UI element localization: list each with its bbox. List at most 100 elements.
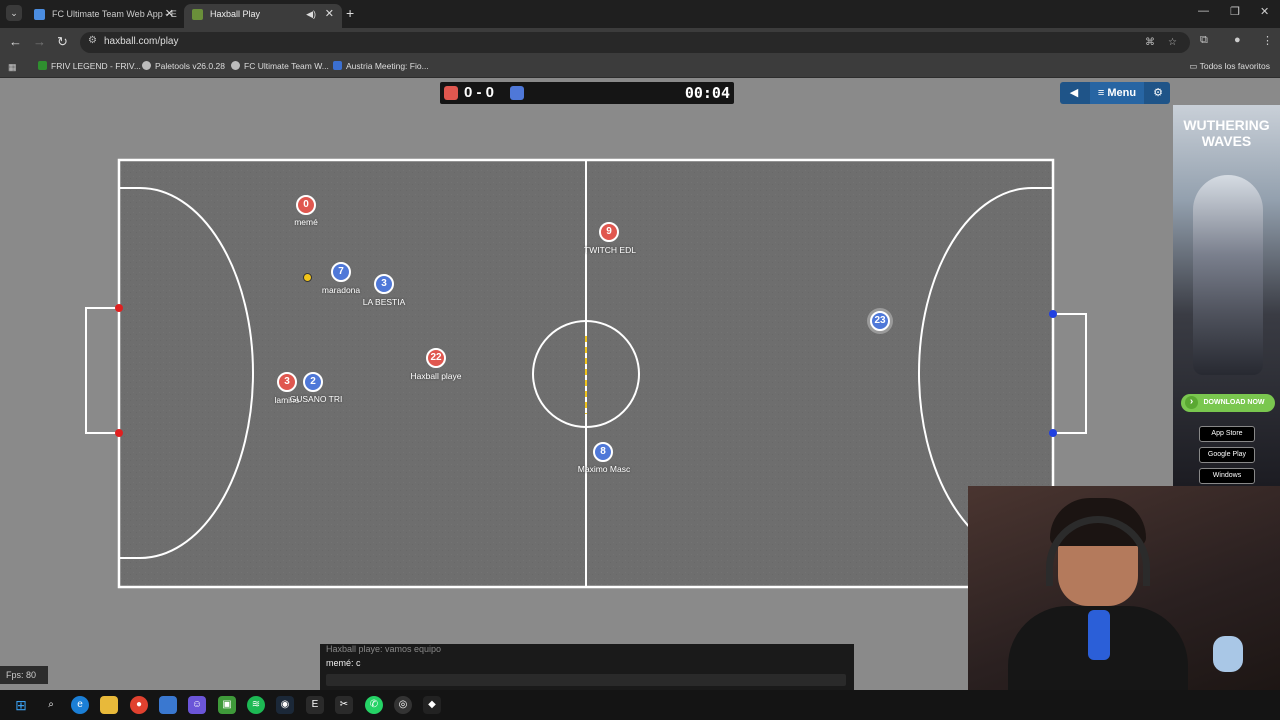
profile-icon[interactable]: ●	[1234, 34, 1241, 46]
bookmark-icon	[38, 61, 47, 70]
browser-tab-bar: ⌄ FC Ultimate Team Web App - E ✕ Haxball…	[0, 0, 1280, 28]
right-goal-post	[1049, 429, 1057, 437]
bookmark-icon	[142, 61, 151, 70]
minecraft-icon[interactable]: ▣	[218, 696, 236, 714]
ad-download-button[interactable]: DOWNLOAD NOW	[1181, 394, 1275, 412]
more-menu-icon[interactable]: ⋮	[1262, 34, 1273, 47]
reload-icon[interactable]: ↻	[57, 34, 68, 50]
folder-icon: ▭	[1189, 61, 1200, 71]
bookmark-paletools[interactable]: Paletools v26.0.28	[142, 61, 225, 71]
search-icon[interactable]: ⌕	[42, 696, 60, 714]
close-icon[interactable]: ✕	[165, 4, 174, 24]
ad-character-image	[1193, 175, 1263, 375]
chat-input[interactable]	[326, 674, 846, 686]
forward-icon[interactable]: →	[33, 34, 46, 49]
left-goal-post	[115, 429, 123, 437]
window-close-icon[interactable]: ✕	[1260, 5, 1269, 18]
address-bar[interactable]: ⚙ haxball.com/play ⌘ ☆	[80, 32, 1190, 53]
fps-counter: Fps: 80	[0, 666, 48, 684]
menu-button[interactable]: ≡ Menu	[1090, 82, 1144, 104]
store-icon[interactable]	[159, 696, 177, 714]
blue-cup	[1088, 610, 1110, 660]
ad-title: WUTHERING WAVES	[1183, 117, 1270, 149]
edge-icon[interactable]: e	[71, 696, 89, 714]
player-name: LA BESTIA	[362, 297, 406, 307]
bookmark-austria[interactable]: Austria Meeting: Fio...	[333, 61, 429, 71]
hamburger-icon: ≡	[1097, 87, 1108, 99]
player-name: Maximo Masc	[577, 464, 631, 474]
site-info-icon[interactable]: ⚙	[88, 35, 97, 46]
bookmark-label: FC Ultimate Team W...	[244, 61, 329, 71]
maximize-icon[interactable]: ❐	[1230, 5, 1240, 18]
translate-icon[interactable]: ⌘	[1145, 37, 1155, 48]
right-goal-post	[1049, 310, 1057, 318]
speaker-icon[interactable]: ◀)	[306, 4, 316, 24]
bookmark-fc-ultimate[interactable]: FC Ultimate Team W...	[231, 61, 329, 71]
all-bookmarks-label: Todos los favoritos	[1199, 61, 1270, 71]
obs-icon[interactable]: ◎	[394, 696, 412, 714]
capcut-icon[interactable]: ✂	[335, 696, 353, 714]
app-icon[interactable]: ◆	[423, 696, 441, 714]
tab-fc-ultimate[interactable]: FC Ultimate Team Web App - E ✕	[26, 4, 182, 28]
ball	[303, 273, 312, 282]
apps-grid-icon[interactable]: ▦	[8, 62, 17, 73]
file-explorer-icon[interactable]	[100, 696, 118, 714]
bookmark-friv[interactable]: FRIV LEGEND - FRIV...	[38, 61, 141, 71]
tab-search-icon[interactable]: ⌄	[6, 5, 22, 21]
windows-start-icon[interactable]: ⊞	[12, 696, 30, 714]
all-bookmarks[interactable]: ▭ Todos los favoritos	[1189, 61, 1270, 72]
player-name: maradona	[321, 285, 361, 295]
steam-icon[interactable]: ◉	[276, 696, 294, 714]
player-disc: 8	[593, 442, 613, 462]
player-disc-self: 23	[870, 311, 890, 331]
extensions-icon[interactable]: ⧉	[1200, 34, 1208, 47]
bookmark-label: Paletools v26.0.28	[155, 61, 225, 71]
player-disc: 2	[303, 372, 323, 392]
sound-icon[interactable]: ◀	[1060, 82, 1088, 104]
minimize-icon[interactable]: —	[1198, 5, 1209, 17]
menu-label: Menu	[1107, 87, 1137, 99]
windows-taskbar: ⊞ ⌕ e ● ☺ ▣ ≋ ◉ E ✂ ✆ ◎ ◆	[0, 690, 1280, 720]
right-goal	[1053, 313, 1087, 434]
tab-label: FC Ultimate Team Web App - E	[52, 9, 177, 19]
player-disc: 3	[374, 274, 394, 294]
google-play-badge[interactable]: Google Play	[1199, 447, 1255, 463]
player-name: TWITCH EDL	[584, 245, 636, 255]
globe-icon	[34, 9, 45, 20]
new-tab-icon[interactable]: +	[346, 5, 354, 21]
player-disc: 3	[277, 372, 297, 392]
discord-icon[interactable]: ☺	[188, 696, 206, 714]
bookmark-label: FRIV LEGEND - FRIV...	[51, 61, 141, 71]
player-name: GUSANO TRI	[289, 394, 343, 404]
settings-gear-icon[interactable]: ⚙	[1146, 82, 1170, 104]
haxball-icon	[192, 9, 203, 20]
url-text: haxball.com/play	[104, 36, 179, 47]
epic-games-icon[interactable]: E	[306, 696, 324, 714]
bookmark-icon	[333, 61, 342, 70]
back-icon[interactable]: ←	[9, 34, 22, 49]
red-team-chip	[444, 86, 458, 100]
app-store-badge[interactable]: App Store	[1199, 426, 1255, 442]
webcam-overlay	[968, 486, 1280, 690]
blue-team-chip	[510, 86, 524, 100]
close-icon[interactable]: ✕	[325, 4, 334, 24]
player-disc: 7	[331, 262, 351, 282]
advertisement-banner[interactable]: WUTHERING WAVES DOWNLOAD NOW App Store G…	[1173, 105, 1280, 486]
chrome-icon[interactable]: ●	[130, 696, 148, 714]
spotify-icon[interactable]: ≋	[247, 696, 265, 714]
chat-message: memé: c	[326, 658, 361, 668]
bookmarks-bar: ▦ FRIV LEGEND - FRIV... Paletools v26.0.…	[0, 56, 1280, 78]
match-timer: 00:04	[684, 84, 730, 102]
browser-toolbar: ← → ↻ ⚙ haxball.com/play ⌘ ☆ ⧉ ● ⋮	[0, 28, 1280, 56]
star-icon[interactable]: ☆	[1168, 37, 1177, 48]
windows-badge[interactable]: Windows	[1199, 468, 1255, 484]
chat-message: Haxball playe: vamos equipo	[326, 644, 442, 654]
whatsapp-icon[interactable]: ✆	[365, 696, 383, 714]
scoreboard: 0 - 0 00:04	[440, 82, 734, 104]
score: 0 - 0	[464, 84, 495, 101]
chat-box: Haxball playe: vamos equipo memé: c	[320, 644, 854, 690]
game-menu-bar: ◀ ≡ Menu ⚙	[1060, 82, 1170, 104]
left-goal	[85, 307, 119, 434]
tab-haxball[interactable]: Haxball Play ◀) ✕	[184, 4, 342, 28]
tab-label: Haxball Play	[210, 9, 261, 19]
